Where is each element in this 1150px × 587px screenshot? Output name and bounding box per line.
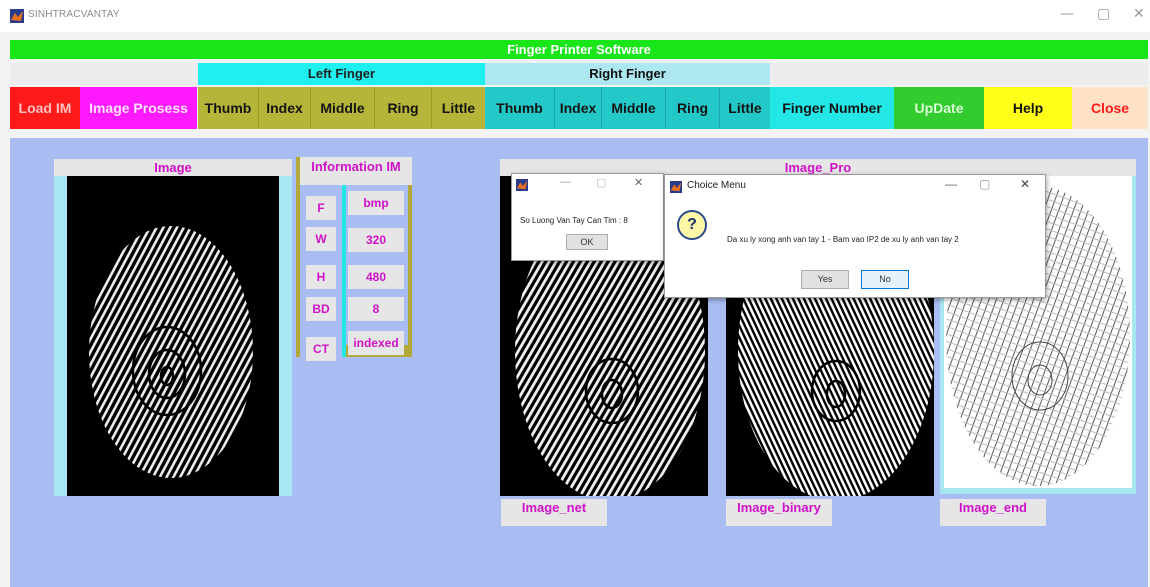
group-spacer-left <box>10 63 198 85</box>
close-window-icon[interactable]: ✕ <box>1133 6 1145 22</box>
info-value-color-type: indexed <box>348 331 404 355</box>
update-button[interactable]: UpDate <box>894 87 984 129</box>
image-net-label: Image_net <box>501 499 607 526</box>
choice-close-icon[interactable]: ✕ <box>1020 177 1030 191</box>
image-binary-label: Image_binary <box>726 499 832 526</box>
yes-button[interactable]: Yes <box>801 270 849 289</box>
image-process-button[interactable]: Image Prosess <box>80 87 197 129</box>
question-icon: ? <box>677 210 707 240</box>
matlab-icon <box>10 9 24 23</box>
choice-dialog-title: Choice Menu <box>687 180 746 191</box>
info-key-color-type: CT <box>306 337 336 361</box>
dialog-close-icon[interactable]: ✕ <box>634 176 643 189</box>
right-thumb-button[interactable]: Thumb <box>485 87 555 129</box>
minimize-icon[interactable]: — <box>1060 6 1074 22</box>
left-middle-button[interactable]: Middle <box>311 87 375 129</box>
choice-minimize-icon[interactable]: — <box>945 177 957 191</box>
info-key-format: F <box>306 196 336 220</box>
info-title: Information IM <box>300 157 412 185</box>
fingerprint-image <box>67 176 279 496</box>
dialog-app-icon <box>516 178 528 191</box>
close-app-button[interactable]: Close <box>1072 87 1148 129</box>
info-value-width: 320 <box>348 228 404 252</box>
left-ring-button[interactable]: Ring <box>375 87 432 129</box>
left-finger-header: Left Finger <box>198 63 485 85</box>
dialog-app-icon <box>670 180 682 193</box>
right-index-button[interactable]: Index <box>555 87 602 129</box>
count-dialog: — ▢ ✕ So Luong Van Tay Can Tim : 8 OK <box>511 173 664 261</box>
ok-button[interactable]: OK <box>566 234 608 250</box>
info-value-bit-depth: 8 <box>348 297 404 321</box>
choice-message: Da xu ly xong anh van tay 1 - Bam vao IP… <box>727 235 959 244</box>
image-label: Image <box>54 159 292 176</box>
window-title: SINHTRACVANTAY <box>28 9 120 20</box>
info-key-bit-depth: BD <box>306 297 336 321</box>
left-thumb-button[interactable]: Thumb <box>198 87 259 129</box>
info-value-format: bmp <box>348 191 404 215</box>
image-end-label: Image_end <box>940 499 1046 526</box>
info-key-height: H <box>306 265 336 289</box>
load-image-button[interactable]: Load IM <box>10 87 80 129</box>
dialog-minimize-icon[interactable]: — <box>560 176 571 188</box>
right-little-button[interactable]: Little <box>720 87 770 129</box>
group-spacer-right <box>770 63 1148 85</box>
choice-maximize-icon[interactable]: ▢ <box>979 177 990 191</box>
right-middle-button[interactable]: Middle <box>602 87 666 129</box>
info-value-height: 480 <box>348 265 404 289</box>
finger-number-button[interactable]: Finger Number <box>770 87 894 129</box>
info-key-width: W <box>306 227 336 251</box>
left-index-button[interactable]: Index <box>259 87 311 129</box>
right-ring-button[interactable]: Ring <box>666 87 720 129</box>
maximize-icon[interactable]: ▢ <box>1097 6 1110 22</box>
dialog-maximize-icon[interactable]: ▢ <box>596 176 606 189</box>
title-bar <box>0 0 1150 32</box>
right-finger-header: Right Finger <box>485 63 770 85</box>
choice-dialog: Choice Menu — ▢ ✕ ? Da xu ly xong anh va… <box>664 174 1046 298</box>
count-message: So Luong Van Tay Can Tim : 8 <box>520 216 628 225</box>
no-button[interactable]: No <box>861 270 909 289</box>
help-button[interactable]: Help <box>984 87 1072 129</box>
left-little-button[interactable]: Little <box>432 87 485 129</box>
app-banner: Finger Printer Software <box>10 40 1148 59</box>
